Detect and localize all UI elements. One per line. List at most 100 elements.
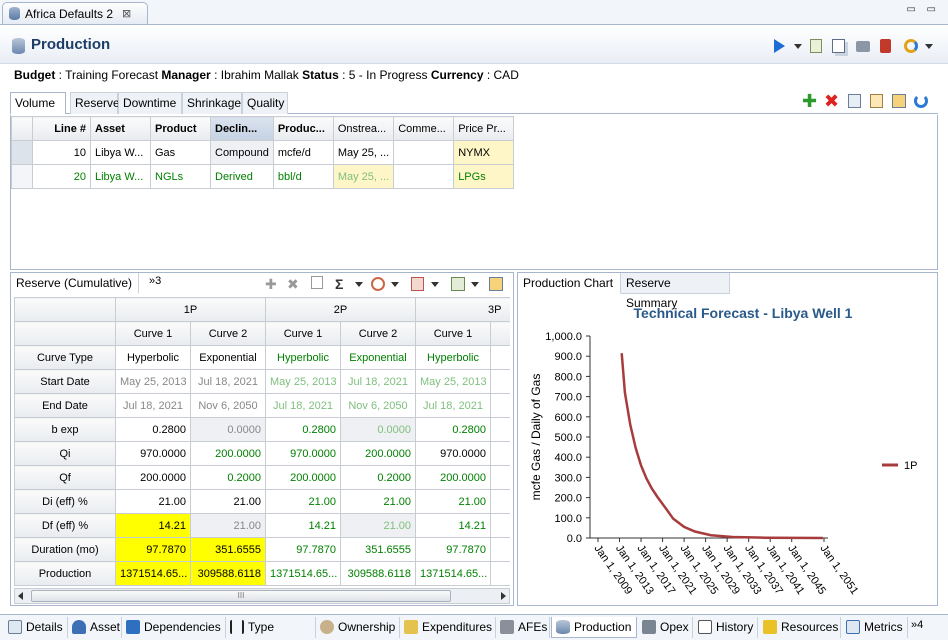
table-cell[interactable] (490, 441, 510, 466)
add-icon[interactable]: ✚ (265, 276, 281, 292)
table-cell[interactable]: 21.00 (190, 489, 266, 514)
table-cell[interactable]: Libya W... (90, 140, 151, 165)
table-row[interactable]: Production 1371514.65... 309588.6118 137151… (14, 561, 510, 586)
table-cell[interactable]: 10 (32, 140, 91, 165)
table-cell[interactable]: May 25, 2013 (265, 369, 341, 394)
tab-reserve[interactable]: Reserve (70, 92, 120, 114)
chevron-down-icon[interactable] (355, 282, 363, 287)
export-icon[interactable] (411, 277, 424, 291)
table-cell[interactable]: NYMX (453, 140, 515, 165)
group-header[interactable]: 3P (415, 297, 510, 322)
table-cell[interactable]: 1371514.65... (415, 561, 491, 586)
tab-dependencies[interactable]: Dependencies (122, 617, 226, 638)
table-cell[interactable]: Jul 18, 2021 (340, 369, 416, 394)
table-cell[interactable]: Jul 18, 2021 (265, 393, 341, 418)
table-cell[interactable]: Hyperbolic (415, 345, 491, 370)
curve-header[interactable]: Curve 1 (265, 321, 341, 346)
settings-grid-icon[interactable] (892, 94, 906, 108)
table-cell[interactable] (393, 164, 455, 189)
table-cell[interactable]: 0.0000 (340, 417, 416, 442)
table-cell[interactable]: 97.7870 (115, 537, 191, 562)
sum-icon[interactable]: Σ (335, 276, 351, 292)
edit-icon[interactable] (311, 276, 323, 289)
table-cell[interactable]: 1371514.65... (115, 561, 191, 586)
delete-icon[interactable]: ✖ (287, 276, 303, 292)
tab-production-chart[interactable]: Production Chart (518, 273, 621, 294)
table-cell[interactable]: NGLs (150, 164, 211, 189)
table-cell[interactable]: 970.0000 (415, 441, 491, 466)
horizontal-scrollbar[interactable]: III (14, 588, 510, 604)
table-cell[interactable]: 0.2800 (115, 417, 191, 442)
tab-quality[interactable]: Quality (242, 92, 288, 114)
table-row[interactable]: Di (eff) % 21.00 21.00 21.00 21.00 21.00 (14, 489, 510, 514)
tab-asset[interactable]: Asset (68, 617, 122, 638)
column-header[interactable]: Onstrea... (332, 116, 395, 141)
table-cell[interactable]: Hyperbolic (115, 345, 191, 370)
group-header[interactable]: 1P (115, 297, 266, 322)
table-cell[interactable]: 351.6555 (340, 537, 416, 562)
table-cell[interactable]: 14.21 (265, 513, 341, 538)
tab-opex[interactable]: Opex (638, 617, 693, 638)
tab-ownership[interactable]: Ownership (316, 617, 400, 638)
table-cell[interactable]: 14.21 (415, 513, 491, 538)
export-icon[interactable] (848, 94, 861, 108)
close-icon[interactable]: ⊠ (122, 7, 131, 20)
table-cell[interactable]: May 25, ... (332, 140, 395, 165)
table-cell[interactable]: Nov 6, 2050 (190, 393, 266, 418)
editor-tab[interactable]: Africa Defaults 2 ⊠ (2, 2, 148, 24)
tab-details[interactable]: Details (4, 617, 68, 638)
table-cell[interactable]: 1371514.65... (265, 561, 341, 586)
table-cell[interactable]: LPGs (453, 164, 515, 189)
table-cell[interactable]: Hyperbolic (265, 345, 341, 370)
edit-doc-icon[interactable] (810, 39, 822, 53)
scroll-left-icon[interactable] (18, 592, 23, 600)
tab-overflow[interactable]: »4 (911, 619, 923, 631)
table-cell[interactable] (490, 417, 510, 442)
tab-type-curves[interactable]: Type Curves (226, 617, 316, 638)
copy-rows-icon[interactable] (870, 94, 883, 108)
filter-icon[interactable] (371, 277, 385, 291)
column-header[interactable]: Declin... (210, 116, 274, 141)
row-selector[interactable] (11, 164, 33, 189)
table-row[interactable]: Duration (mo) 97.7870 351.6555 97.7870 351.6… (14, 537, 510, 562)
tab-afes[interactable]: AFEs (496, 617, 550, 638)
table-cell[interactable]: 97.7870 (415, 537, 491, 562)
table-cell[interactable] (490, 513, 510, 538)
table-cell[interactable]: 30 (490, 561, 510, 586)
table-row[interactable]: Start Date May 25, 2013 Jul 18, 2021 May 25… (14, 369, 510, 394)
table-cell[interactable]: 200.0000 (265, 465, 341, 490)
curve-header[interactable]: Curve 2 (190, 321, 266, 346)
table-cell[interactable]: Jul 18, 2021 (115, 393, 191, 418)
column-header[interactable]: Comme... (393, 116, 455, 141)
table-cell[interactable]: 0.2800 (415, 417, 491, 442)
table-row[interactable]: Curve Type Hyperbolic Exponential Hyperboli… (14, 345, 510, 370)
table-cell[interactable]: 309588.6118 (190, 561, 266, 586)
tab-expenditures[interactable]: Expenditures (400, 617, 496, 638)
table-cell[interactable]: 21.00 (115, 489, 191, 514)
table-cell[interactable]: 351.6555 (190, 537, 266, 562)
table-cell[interactable]: 0.2000 (190, 465, 266, 490)
refresh-icon[interactable] (904, 39, 918, 53)
table-cell[interactable]: 0.0000 (190, 417, 266, 442)
tab-history[interactable]: History (694, 617, 758, 638)
table-cell[interactable]: Ju (490, 369, 510, 394)
chevron-down-icon[interactable] (925, 44, 933, 49)
table-cell[interactable]: 21.00 (340, 513, 416, 538)
table-cell[interactable]: Compound (210, 140, 274, 165)
table-cell[interactable] (393, 140, 455, 165)
column-header[interactable]: Asset (90, 116, 151, 141)
table-row[interactable]: Qf 200.0000 0.2000 200.0000 0.2000 200.0000 (14, 465, 510, 490)
tab-overflow[interactable]: »3 (149, 275, 161, 287)
table-cell[interactable]: Nov 6, 2050 (340, 393, 416, 418)
table-cell[interactable]: 200.0000 (415, 465, 491, 490)
table-cell[interactable]: May 25, 2013 (415, 369, 491, 394)
scroll-right-icon[interactable] (501, 592, 506, 600)
tab-resources[interactable]: Resources (759, 617, 841, 638)
table-cell[interactable]: Gas (150, 140, 211, 165)
column-header[interactable]: Line # (32, 116, 91, 141)
table-cell[interactable]: Exponential (340, 345, 416, 370)
copy-icon[interactable] (832, 39, 845, 53)
tab-shrinkage[interactable]: Shrinkage (182, 92, 242, 114)
table-cell[interactable] (490, 465, 510, 490)
chevron-down-icon[interactable] (794, 44, 802, 49)
